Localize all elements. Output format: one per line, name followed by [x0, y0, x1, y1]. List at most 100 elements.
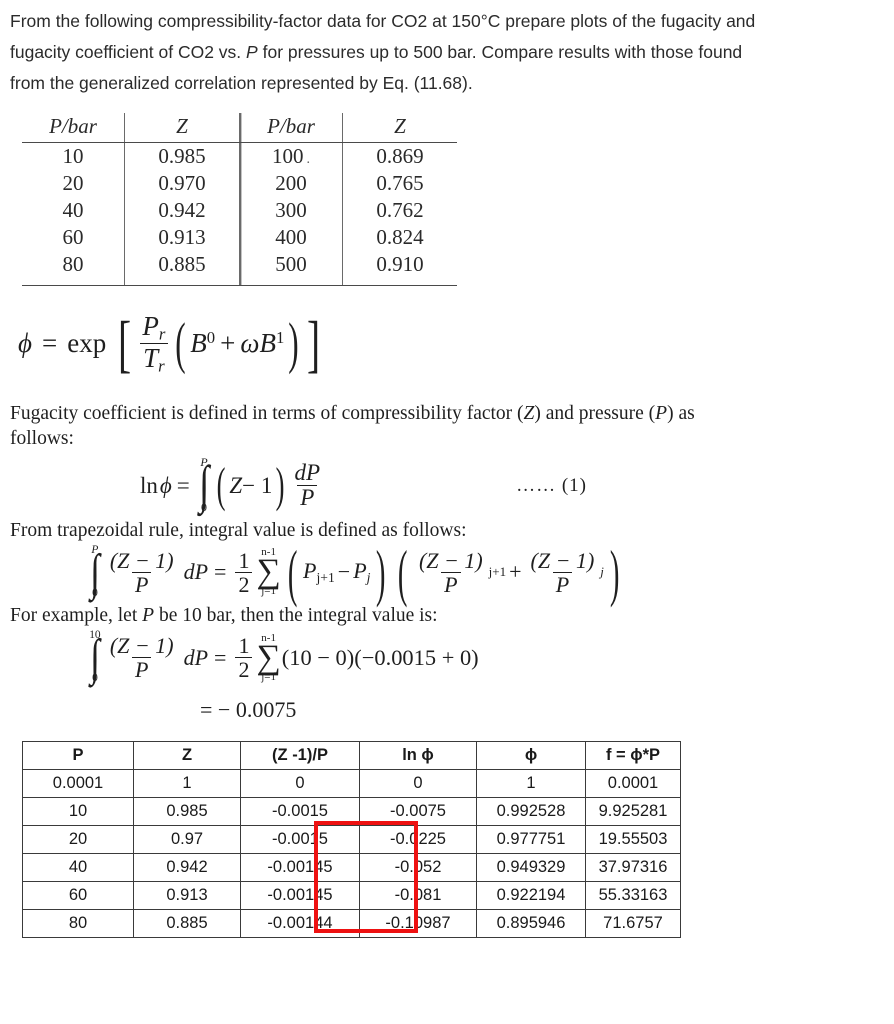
minus-operator: − [337, 559, 351, 585]
table-row: 0.0001 1 0 0 1 0.0001 [22, 768, 681, 798]
pr-over-tr-fraction: Pr Tr [139, 312, 168, 375]
z-row-z-right: 0.910 [342, 251, 457, 278]
ln-operator: ln [140, 472, 158, 498]
plus-operator: + [220, 328, 236, 359]
phi-symbol: ϕ [159, 472, 172, 498]
eq1-equals: = [176, 472, 190, 498]
results-cell-p: 40 [22, 852, 134, 882]
b1-term: B1 [259, 328, 284, 359]
open-paren: ( [287, 536, 298, 608]
table-row: 80 0.885 500 0.910 [22, 251, 457, 278]
results-cell-phi: 1 [476, 768, 586, 798]
dp-over-p-fraction: dP P [292, 461, 324, 510]
results-cell-p: 20 [22, 824, 134, 854]
results-cell-z: 0.97 [133, 824, 241, 854]
trapezoidal-formula: P ∫ 0 (Z − 1) P dP = 1 2 n-1 ∑ j=1 ( Pj+… [86, 536, 894, 608]
phi-correlation-formula: ϕ = exp [ Pr Tr ( B0 + ω B1 ) ] [18, 307, 894, 379]
b1-base: B [259, 328, 276, 359]
results-cell-f: 37.97316 [585, 852, 681, 882]
results-cell-z: 0.913 [133, 880, 241, 910]
z-row-z-right: 0.869 [342, 142, 457, 170]
z-table-rule-seg [342, 278, 457, 286]
results-cell-f: 71.6757 [585, 908, 681, 938]
results-cell-lnphi: -0.081 [359, 880, 477, 910]
open-paren: ( [216, 458, 226, 512]
p-denominator: P [132, 571, 152, 596]
z-row-p-right: 100. [239, 142, 343, 170]
fugacity-definition-text: Fugacity coefficient is defined in terms… [0, 401, 894, 451]
tr-base: T [143, 343, 159, 374]
compressibility-data-table: P/bar Z P/bar Z 10 0.985 100. 0.869 20 0… [22, 113, 457, 286]
z-minus-1-over-p-fraction: (Z − 1) P [107, 549, 177, 596]
b0-term: B0 [190, 328, 215, 359]
open-paren: ( [175, 311, 186, 375]
z-table-rule-seg [239, 278, 343, 286]
integral-glyph: ∫ [90, 628, 100, 685]
tr-subscript: r [158, 356, 165, 376]
dp-numerator: dP [294, 460, 321, 486]
z-row-p-right-value: 100 [272, 144, 304, 168]
z-table-header-pbar-right: P/bar [239, 113, 343, 142]
pr-numerator: Pr [139, 312, 168, 343]
results-header-row: P Z (Z -1)/P ln ϕ ϕ f = ϕ*P [22, 740, 681, 770]
z-minus-1-numerator: (Z − 1) [530, 547, 595, 573]
summation-group: n-1 ∑ j=1 [256, 547, 280, 597]
results-cell-zp: -0.00145 [240, 880, 360, 910]
j-plus-1-subscript: j+1 [488, 564, 507, 580]
one-numerator: 1 [238, 547, 250, 573]
z-row-p-right: 500 [239, 251, 343, 278]
dp-differential: dP [183, 644, 209, 670]
summation-lower-limit: j=1 [261, 670, 276, 683]
results-cell-p: 10 [22, 796, 134, 826]
z-row-p-left: 20 [62, 171, 84, 195]
problem-line-1: From the following compressibility-facto… [10, 11, 756, 31]
problem-line-3: from the generalized correlation represe… [10, 73, 473, 93]
results-cell-lnphi: -0.0225 [359, 824, 477, 854]
results-cell-lnphi: -0.10987 [359, 908, 477, 938]
integral-glyph: ∫ [198, 456, 210, 515]
example-intro-part-a: For example, let [10, 605, 143, 627]
z-minus-1-numerator: (Z − 1) [109, 632, 174, 658]
integral-sign-group: P ∫ 0 [88, 543, 102, 600]
p-base: P [353, 558, 367, 584]
pr-subscript: r [158, 324, 166, 344]
results-cell-zp: 0 [240, 768, 360, 798]
summation-lower-limit: j=1 [261, 585, 276, 598]
problem-statement: From the following compressibility-facto… [0, 0, 894, 99]
p-base: P [303, 558, 317, 584]
z-table-header-pbar-left: P/bar [49, 114, 97, 138]
example-intro-part-b: be 10 bar, then the integral value is: [154, 605, 438, 627]
results-cell-p: 80 [22, 908, 134, 938]
z-minus-1-over-p-j-fraction: (Z − 1) P [528, 549, 598, 596]
equation-1: ln ϕ = P ∫ 0 ( Z − 1 ) dP P [140, 457, 326, 514]
integral-glyph: ∫ [90, 543, 100, 600]
results-cell-zp: -0.00145 [240, 852, 360, 882]
summation-glyph: ∑ [256, 553, 281, 591]
results-header-f: f = ϕ*P [585, 740, 681, 770]
two-denominator: 2 [235, 571, 253, 596]
z-row-p-left: 10 [62, 144, 84, 168]
results-cell-zp: -0.0015 [240, 796, 360, 826]
definition-z-var: Z [523, 403, 535, 425]
phi-equals: = [41, 328, 58, 359]
open-paren-outer: ( [397, 536, 408, 608]
summation-group: n-1 ∑ j=1 [256, 632, 280, 683]
results-cell-phi: 0.992528 [476, 796, 586, 826]
plus-operator: + [509, 559, 522, 585]
p-denominator: P [441, 571, 461, 596]
results-cell-p: 0.0001 [22, 768, 134, 798]
problem-line-2-part-a: fugacity coefficient of CO2 vs. [10, 42, 247, 62]
problem-line-2-part-b: for pressures up to 500 bar. Compare res… [257, 42, 743, 62]
z-table-header-row: P/bar Z P/bar Z [22, 113, 457, 142]
z-minus-1-numerator: (Z − 1) [109, 547, 174, 573]
example-intro: For example, let P be 10 bar, then the i… [0, 603, 894, 628]
results-cell-z: 0.885 [133, 908, 241, 938]
right-bracket: ] [307, 307, 321, 379]
fugacity-results-table: P Z (Z -1)/P ln ϕ ϕ f = ϕ*P 0.0001 1 0 0… [22, 740, 681, 938]
z-table-header-z-right: Z [342, 113, 457, 142]
z-row-z-left: 0.942 [124, 197, 240, 224]
close-paren: ) [288, 311, 299, 375]
results-cell-z: 1 [133, 768, 241, 798]
results-table-wrap: P Z (Z -1)/P ln ϕ ϕ f = ϕ*P 0.0001 1 0 0… [22, 740, 681, 938]
results-header-p: P [22, 740, 134, 770]
